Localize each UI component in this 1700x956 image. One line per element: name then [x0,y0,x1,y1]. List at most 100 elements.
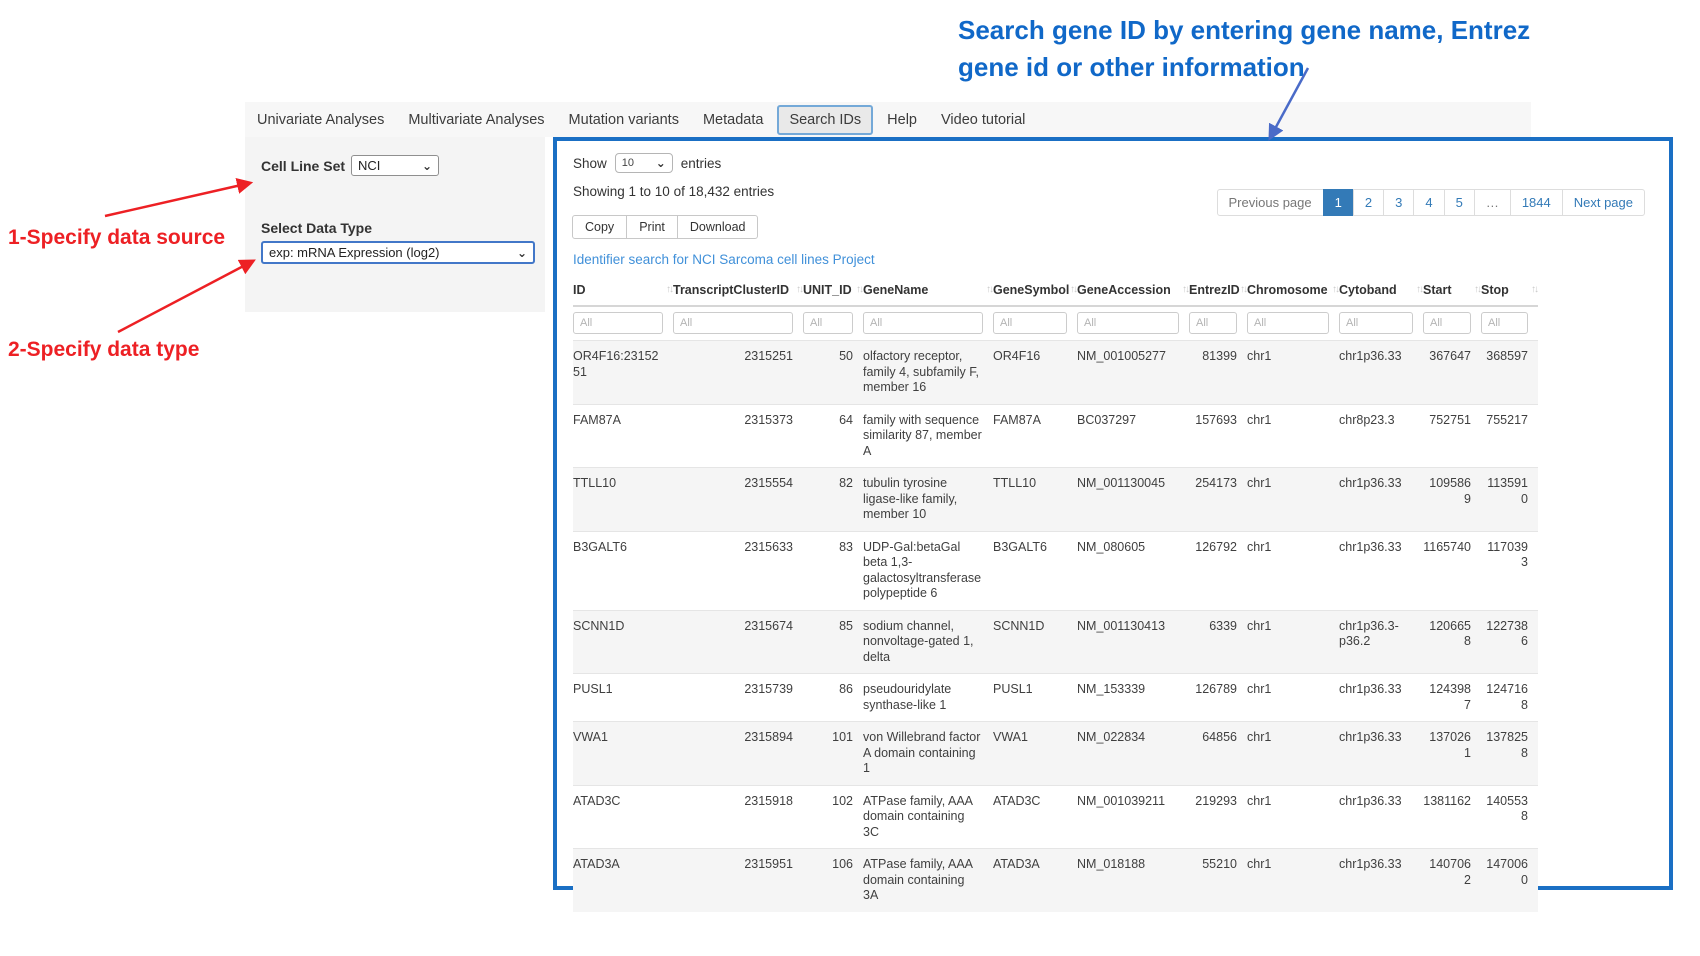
cell-genename: sodium channel, nonvoltage-gated 1, delt… [863,610,993,674]
cell-unit-id: 86 [803,674,863,722]
column-header-chromosome[interactable]: Chromosome↑↓ [1247,275,1339,306]
cell-cytoband: chr1p36.33 [1339,722,1423,786]
sort-icon: ↑↓ [1531,284,1537,295]
page-button-5[interactable]: 5 [1444,189,1475,216]
cell-entrezid: 126792 [1189,531,1247,610]
page-length-value: 10 [622,157,634,169]
chevron-down-icon: ⌄ [517,246,527,260]
cell-genesymbol: TTLL10 [993,468,1077,532]
previous-page-button[interactable]: Previous page [1217,189,1324,216]
table-row: PUSL1231573986pseudouridylate synthase-l… [573,674,1538,722]
data-type-select[interactable]: exp: mRNA Expression (log2) ⌄ [261,241,535,264]
column-header-geneaccession[interactable]: GeneAccession↑↓ [1077,275,1189,306]
cell-transcriptclusterid: 2315951 [673,849,803,912]
cell-entrezid: 126789 [1189,674,1247,722]
cell-entrezid: 157693 [1189,404,1247,468]
cell-geneaccession: NM_001130045 [1077,468,1189,532]
filter-input-start[interactable] [1423,312,1471,334]
page-button-4[interactable]: 4 [1413,189,1444,216]
filter-input-stop[interactable] [1481,312,1528,334]
column-header-genename[interactable]: GeneName↑↓ [863,275,993,306]
page-button-1[interactable]: 1 [1323,189,1354,216]
cell-stop: 1405538 [1481,785,1538,849]
cell-cytoband: chr1p36.33 [1339,849,1423,912]
gene-table-header: ID↑↓TranscriptClusterID↑↓UNIT_ID↑↓GeneNa… [573,275,1538,306]
tab-search-ids[interactable]: Search IDs [777,105,873,135]
column-header-unit-id[interactable]: UNIT_ID↑↓ [803,275,863,306]
cell-entrezid: 81399 [1189,341,1247,405]
filter-input-entrezid[interactable] [1189,312,1237,334]
tab-univariate-analyses[interactable]: Univariate Analyses [245,105,396,135]
page-length-select[interactable]: 10 ⌄ [615,153,673,173]
identifier-search-link[interactable]: Identifier search for NCI Sarcoma cell l… [573,252,1653,267]
sort-icon: ↑↓ [1070,284,1076,295]
tab-metadata[interactable]: Metadata [691,105,775,135]
page-button-3[interactable]: 3 [1383,189,1414,216]
filter-input-transcriptclusterid[interactable] [673,312,793,334]
cell-cytoband: chr1p36.33 [1339,785,1423,849]
tab-help[interactable]: Help [875,105,929,135]
cell-geneaccession: NM_001130413 [1077,610,1189,674]
filter-row [573,306,1538,341]
cell-entrezid: 64856 [1189,722,1247,786]
cell-genename: ATPase family, AAA domain containing 3C [863,785,993,849]
column-header-stop[interactable]: Stop↑↓ [1481,275,1538,306]
sort-icon: ↑↓ [856,284,862,295]
column-header-id[interactable]: ID↑↓ [573,275,673,306]
cell-stop: 1135910 [1481,468,1538,532]
column-header-entrezid[interactable]: EntrezID↑↓ [1189,275,1247,306]
cell-cytoband: chr1p36.3-p36.2 [1339,610,1423,674]
next-page-button[interactable]: Next page [1562,189,1645,216]
page-button-1844[interactable]: 1844 [1510,189,1563,216]
filter-input-id[interactable] [573,312,663,334]
cell-genename: olfactory receptor, family 4, subfamily … [863,341,993,405]
filter-input-genesymbol[interactable] [993,312,1067,334]
export-button-group: CopyPrintDownload [573,215,758,239]
column-header-start[interactable]: Start↑↓ [1423,275,1481,306]
cell-transcriptclusterid: 2315674 [673,610,803,674]
tab-mutation-variants[interactable]: Mutation variants [557,105,691,135]
cell-start: 1381162 [1423,785,1481,849]
download-button[interactable]: Download [677,215,759,239]
sort-icon: ↑↓ [1182,284,1188,295]
cell-entrezid: 254173 [1189,468,1247,532]
chevron-down-icon: ⌄ [656,156,666,170]
cell-stop: 755217 [1481,404,1538,468]
tab-video-tutorial[interactable]: Video tutorial [929,105,1037,135]
copy-button[interactable]: Copy [572,215,627,239]
column-header-cytoband[interactable]: Cytoband↑↓ [1339,275,1423,306]
tab-multivariate-analyses[interactable]: Multivariate Analyses [396,105,556,135]
page-button-2[interactable]: 2 [1353,189,1384,216]
cell-geneaccession: NM_022834 [1077,722,1189,786]
column-header-transcriptclusterid[interactable]: TranscriptClusterID↑↓ [673,275,803,306]
filter-input-genename[interactable] [863,312,983,334]
cell-unit-id: 83 [803,531,863,610]
cell-chromosome: chr1 [1247,341,1339,405]
nav-tabs: Univariate AnalysesMultivariate Analyses… [245,102,1531,137]
cell-chromosome: chr1 [1247,610,1339,674]
filter-input-geneaccession[interactable] [1077,312,1179,334]
cell-entrezid: 219293 [1189,785,1247,849]
sort-icon: ↑↓ [666,284,672,295]
cell-unit-id: 64 [803,404,863,468]
cell-genename: tubulin tyrosine ligase-like family, mem… [863,468,993,532]
column-header-genesymbol[interactable]: GeneSymbol↑↓ [993,275,1077,306]
filter-input-unit-id[interactable] [803,312,853,334]
cell-id: SCNN1D [573,610,673,674]
print-button[interactable]: Print [626,215,678,239]
filter-input-cytoband[interactable] [1339,312,1413,334]
cell-line-set-select[interactable]: NCI ⌄ [351,155,439,176]
sort-icon: ↑↓ [1332,284,1338,295]
filter-input-chromosome[interactable] [1247,312,1329,334]
table-row: B3GALT6231563383UDP-Gal:betaGal beta 1,3… [573,531,1538,610]
cell-chromosome: chr1 [1247,722,1339,786]
cell-genename: ATPase family, AAA domain containing 3A [863,849,993,912]
sort-icon: ↑↓ [1474,284,1480,295]
gene-id-table: ID↑↓TranscriptClusterID↑↓UNIT_ID↑↓GeneNa… [573,275,1538,912]
cell-transcriptclusterid: 2315918 [673,785,803,849]
cell-stop: 368597 [1481,341,1538,405]
cell-line-set-label: Cell Line Set [261,158,345,174]
cell-genename: UDP-Gal:betaGal beta 1,3-galactosyltrans… [863,531,993,610]
data-type-value: exp: mRNA Expression (log2) [269,245,440,260]
cell-id: PUSL1 [573,674,673,722]
